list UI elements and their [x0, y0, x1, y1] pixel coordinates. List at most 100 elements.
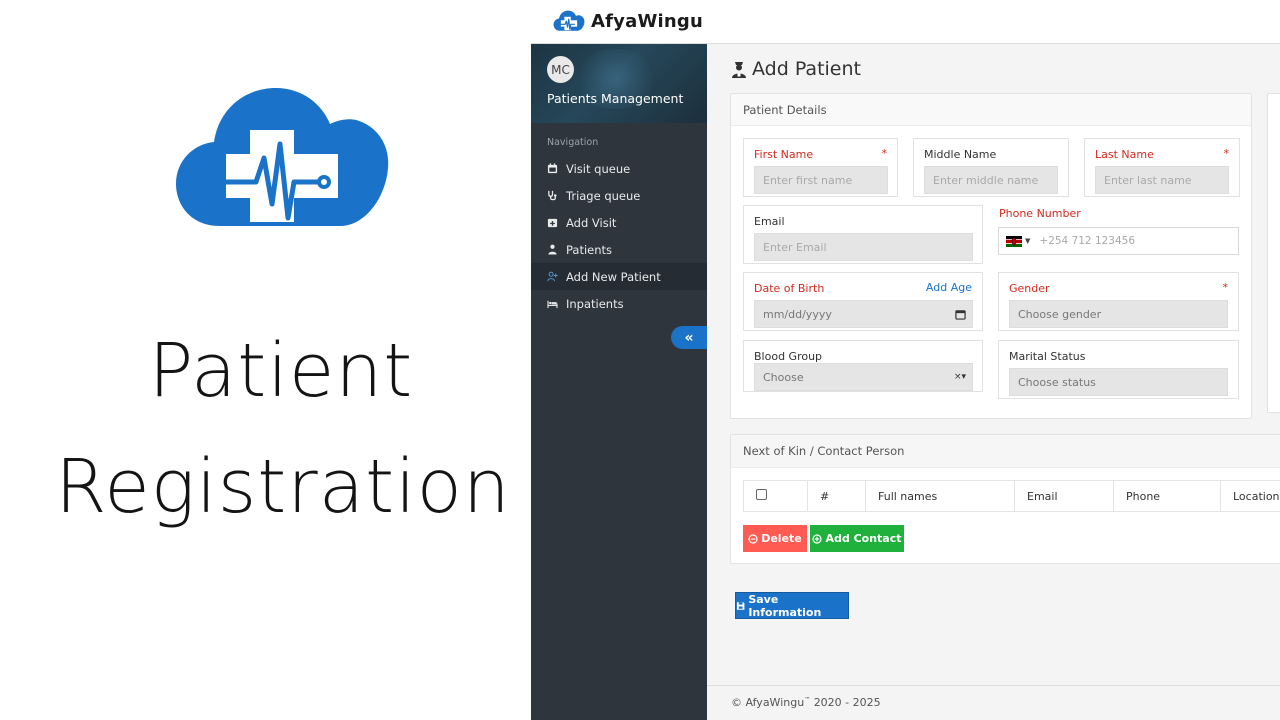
- footer-copyright: © AfyaWingu: [731, 696, 805, 709]
- user-plus-icon: [547, 271, 558, 282]
- sidebar-item-label: Triage queue: [566, 188, 641, 203]
- column-header[interactable]: Email: [1014, 480, 1114, 512]
- last-name-label: Last Name: [1095, 148, 1154, 161]
- select-all-cell: [743, 480, 808, 512]
- sidebar-item-add-new-patient[interactable]: Add New Patient: [531, 263, 707, 290]
- dob-label: Date of Birth: [754, 282, 825, 295]
- dob-input[interactable]: mm/dd/yyyy: [754, 300, 973, 328]
- gender-select[interactable]: Choose gender: [1009, 300, 1228, 328]
- required-marker: *: [1222, 281, 1229, 294]
- sidebar-item-label: Add Visit: [566, 215, 617, 230]
- user-nurse-icon: [732, 62, 746, 78]
- first-name-group: First Name * Enter first name: [743, 138, 898, 197]
- required-marker: *: [1223, 147, 1230, 160]
- sidebar-section-title: Patients Management: [547, 91, 684, 106]
- next-of-kin-table: # Full names Email Phone Location: [743, 480, 1280, 512]
- promo-panel: Patient Registration: [0, 0, 531, 720]
- gender-group: Gender * Choose gender: [998, 272, 1239, 331]
- select-all-checkbox[interactable]: [756, 489, 767, 500]
- sidebar-item-label: Visit queue: [566, 161, 631, 176]
- sidebar-item-triage-queue[interactable]: Triage queue: [531, 182, 707, 209]
- cloud-medical-cross-icon: [176, 88, 389, 226]
- save-label: Save Information: [748, 592, 822, 619]
- sidebar-item-visit-queue[interactable]: Visit queue: [531, 155, 707, 182]
- brand-name: AfyaWingu: [591, 10, 703, 32]
- blood-group-select[interactable]: Choose ×▾: [754, 363, 973, 391]
- sidebar-item-label: Inpatients: [566, 296, 624, 311]
- sidebar-item-label: Patients: [566, 242, 613, 257]
- calendar-picker-icon[interactable]: [955, 309, 966, 320]
- screen: Patient Registration AfyaWingu MC Patien…: [0, 0, 1280, 720]
- middle-name-input[interactable]: Enter middle name: [924, 166, 1058, 194]
- avatar[interactable]: MC: [547, 56, 574, 83]
- cloud-logo-icon: [553, 10, 585, 31]
- sidebar-collapse-button[interactable]: «: [671, 326, 707, 349]
- sidebar-item-patients[interactable]: Patients: [531, 236, 707, 263]
- email-input[interactable]: Enter Email: [754, 233, 973, 261]
- marital-status-label: Marital Status: [1009, 350, 1086, 363]
- first-name-label: First Name: [754, 148, 814, 161]
- add-contact-button[interactable]: Add Contact: [810, 525, 904, 552]
- last-name-input[interactable]: Enter last name: [1095, 166, 1229, 194]
- stethoscope-icon: [548, 190, 557, 201]
- next-of-kin-heading: Next of Kin / Contact Person: [731, 435, 1280, 468]
- patient-details-heading: Patient Details: [731, 94, 1251, 126]
- brand-logo-link[interactable]: AfyaWingu: [553, 9, 703, 33]
- next-of-kin-card: Next of Kin / Contact Person # Full name…: [730, 434, 1280, 564]
- blood-group-label: Blood Group: [754, 350, 823, 363]
- middle-name-group: Middle Name Enter middle name: [913, 138, 1069, 197]
- delete-contact-button[interactable]: Delete: [743, 525, 807, 552]
- required-marker: *: [881, 147, 888, 160]
- column-header[interactable]: Location: [1220, 480, 1280, 512]
- phone-placeholder: +254 712 123456: [1039, 235, 1136, 247]
- last-name-group: Last Name * Enter last name: [1084, 138, 1240, 197]
- delete-label: Delete: [761, 532, 802, 545]
- table-header-row: # Full names Email Phone Location: [743, 480, 1280, 512]
- clear-dropdown-icon[interactable]: ×▾: [954, 372, 966, 382]
- promo-title-line2: Registration: [55, 444, 511, 530]
- sidebar-item-inpatients[interactable]: Inpatients: [531, 290, 707, 317]
- nav-heading: Navigation: [547, 137, 599, 148]
- add-contact-label: Add Contact: [825, 532, 902, 545]
- sidebar-item-add-visit[interactable]: Add Visit: [531, 209, 707, 236]
- plus-circle-icon: [812, 533, 823, 544]
- promo-title-line1: Patient: [148, 328, 414, 414]
- column-header[interactable]: Full names: [865, 480, 1015, 512]
- user-doctor-icon: [548, 244, 557, 255]
- minus-circle-icon: [748, 533, 758, 544]
- marital-status-select[interactable]: Choose status: [1009, 368, 1228, 396]
- top-bar: AfyaWingu: [531, 0, 1280, 44]
- marital-status-group: Marital Status Choose status: [998, 340, 1239, 399]
- main-content: Add Patient Patient Details First Name *…: [707, 44, 1280, 720]
- first-name-input[interactable]: Enter first name: [754, 166, 888, 194]
- footer-years: 2020 - 2025: [813, 696, 881, 709]
- patient-details-card: Patient Details First Name * Enter first…: [730, 93, 1252, 419]
- floppy-disk-icon: [736, 601, 745, 610]
- trademark-mark: ™: [804, 696, 811, 704]
- bed-icon: [547, 300, 558, 309]
- blood-group-group: Blood Group Choose ×▾: [743, 340, 983, 392]
- kenya-flag-icon[interactable]: ▼: [1006, 235, 1030, 247]
- dob-group: Date of Birth Add Age mm/dd/yyyy: [743, 272, 983, 331]
- save-information-button[interactable]: Save Information: [735, 592, 849, 619]
- middle-name-label: Middle Name: [924, 148, 997, 161]
- page-title-text: Add Patient: [752, 58, 861, 80]
- calendar-plus-icon: [547, 218, 558, 228]
- side-card-partial: [1267, 93, 1280, 413]
- app-window: AfyaWingu MC Patients Management Navigat…: [531, 0, 1280, 720]
- sidebar-item-label: Add New Patient: [566, 269, 661, 284]
- blood-group-value: Choose: [763, 370, 804, 384]
- phone-input[interactable]: ▼ +254 712 123456: [998, 227, 1239, 255]
- email-label: Email: [754, 215, 785, 228]
- gender-label: Gender: [1009, 282, 1050, 295]
- phone-label: Phone Number: [999, 207, 1081, 220]
- column-header[interactable]: Phone: [1113, 480, 1221, 512]
- email-group: Email Enter Email: [743, 205, 983, 264]
- page-title: Add Patient: [731, 58, 861, 80]
- dob-placeholder: mm/dd/yyyy: [763, 307, 832, 321]
- footer: © AfyaWingu™ 2020 - 2025: [707, 685, 1280, 720]
- user-card: MC Patients Management: [531, 44, 707, 123]
- sidebar: MC Patients Management Navigation Visit …: [531, 44, 707, 720]
- add-age-link[interactable]: Add Age: [926, 281, 972, 294]
- column-header[interactable]: #: [807, 480, 866, 512]
